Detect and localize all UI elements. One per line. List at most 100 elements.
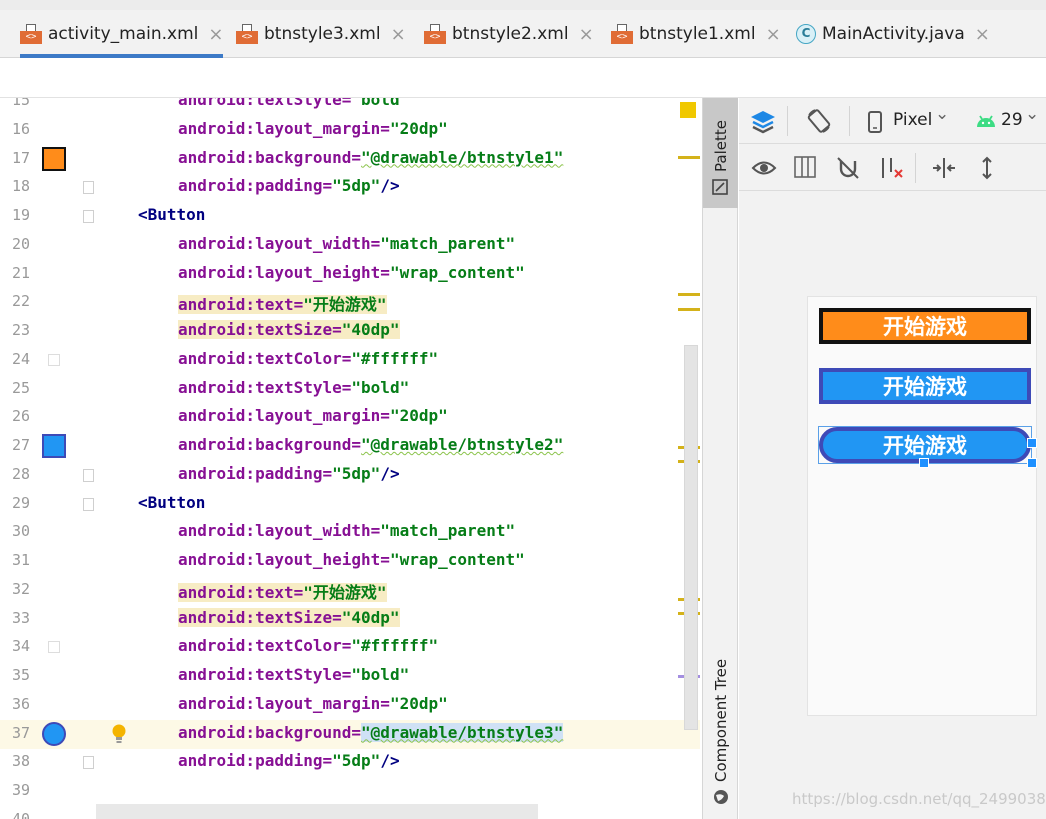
code-text: android:background="@drawable/btnstyle2" (178, 435, 564, 454)
code-line[interactable]: 35 android:textStyle="bold" (0, 662, 700, 691)
code-text: android:textColor="#ffffff" (178, 348, 439, 368)
rotate-orientation-icon[interactable] (805, 107, 833, 135)
layout-preview-canvas[interactable]: 开始游戏 开始游戏 开始游戏 (807, 296, 1037, 716)
pack-horizontal-icon[interactable] (931, 155, 957, 181)
color-swatch-icon[interactable] (42, 434, 66, 458)
code-line[interactable]: 22 android:text="开始游戏" (0, 288, 700, 317)
close-icon[interactable]: × (208, 24, 223, 45)
code-editor[interactable]: 15 android:textStyle="bold" 16 android:layo… (0, 98, 700, 819)
code-line[interactable]: 27 android:background="@drawable/btnstyle… (0, 432, 700, 461)
component-tree-label[interactable]: Component Tree (712, 659, 730, 782)
code-line[interactable]: 33 android:textSize="40dp" (0, 605, 700, 634)
code-line[interactable]: 20 android:layout_width="match_parent" (0, 231, 700, 260)
code-line[interactable]: 24 android:textColor="#ffffff" (0, 346, 700, 375)
code-line[interactable]: 28 android:padding="5dp"/> (0, 461, 700, 490)
fold-marker-icon[interactable] (83, 181, 94, 195)
horizontal-scrollbar[interactable] (96, 804, 538, 819)
close-icon[interactable]: × (975, 24, 990, 45)
layers-icon[interactable] (749, 107, 777, 135)
xml-file-icon: <> (20, 24, 42, 44)
inspection-status-icon[interactable] (680, 102, 696, 118)
code-line[interactable]: 19 <Button (0, 202, 700, 231)
column-layout-icon[interactable] (793, 155, 817, 179)
code-text: android:padding="5dp"/> (178, 463, 400, 483)
clear-constraints-icon[interactable] (879, 155, 905, 181)
line-number: 15 (12, 98, 31, 109)
design-preview-panel: Pixel ⌄ 29 ⌄ 开始游戏 开始游戏 开始游戏 (739, 98, 1046, 819)
code-text: android:layout_margin="20dp" (178, 406, 448, 426)
fold-marker-icon[interactable] (83, 756, 94, 770)
code-line[interactable]: 17 android:background="@drawable/btnstyle… (0, 145, 700, 174)
code-line[interactable]: 38 android:padding="5dp"/> (0, 748, 700, 777)
tab-btnstyle1[interactable]: <> btnstyle1.xml × (611, 14, 781, 54)
marker[interactable] (678, 308, 700, 311)
magnet-off-icon[interactable] (835, 155, 861, 181)
tab-mainactivity[interactable]: C MainActivity.java × (796, 14, 990, 54)
line-number: 29 (12, 493, 31, 512)
code-line[interactable]: 18 android:padding="5dp"/> (0, 173, 700, 202)
design-toolbar-top: Pixel ⌄ 29 ⌄ (739, 98, 1046, 144)
resize-handle[interactable] (1027, 438, 1037, 448)
code-line[interactable]: 39 (0, 777, 700, 806)
code-line[interactable]: 29 <Button (0, 490, 700, 519)
line-number: 33 (12, 608, 31, 627)
chevron-down-icon[interactable]: ⌄ (935, 104, 949, 124)
tab-label: activity_main.xml (48, 24, 199, 44)
fold-marker-icon[interactable] (83, 210, 94, 223)
marker[interactable] (678, 156, 700, 159)
marker[interactable] (678, 293, 700, 296)
close-icon[interactable]: × (766, 24, 781, 45)
tab-label: btnstyle3.xml (264, 24, 381, 44)
tab-btnstyle3[interactable]: <> btnstyle3.xml × (236, 14, 406, 54)
line-number: 22 (12, 292, 31, 311)
code-line[interactable]: 23 android:textSize="40dp" (0, 317, 700, 346)
code-text: android:textColor="#ffffff" (178, 636, 439, 656)
color-swatch-icon[interactable] (42, 721, 66, 746)
line-number: 30 (12, 522, 31, 541)
color-swatch-icon[interactable] (48, 641, 60, 654)
code-text: android:text="开始游戏" (178, 295, 387, 315)
code-line[interactable]: 25 android:textStyle="bold" (0, 375, 700, 404)
code-line[interactable]: 32 android:text="开始游戏" (0, 576, 700, 605)
code-line[interactable]: 31 android:layout_height="wrap_content" (0, 547, 700, 576)
code-text: android:layout_margin="20dp" (178, 693, 448, 713)
tab-label: MainActivity.java (822, 24, 965, 44)
close-icon[interactable]: × (579, 24, 594, 45)
xml-file-icon: <> (424, 24, 446, 44)
line-number: 36 (12, 694, 31, 713)
preview-button-2[interactable]: 开始游戏 (819, 368, 1031, 404)
resize-handle[interactable] (919, 458, 929, 468)
code-text: android:background="@drawable/btnstyle3" (178, 722, 564, 742)
code-text: android:textStyle="bold" (178, 98, 410, 109)
code-line[interactable]: 26 android:layout_margin="20dp" (0, 403, 700, 432)
device-selector[interactable]: Pixel (893, 110, 932, 130)
chevron-down-icon[interactable]: ⌄ (1025, 104, 1039, 124)
fold-marker-icon[interactable] (83, 468, 94, 482)
close-icon[interactable]: × (391, 24, 406, 45)
code-line[interactable]: 34 android:textColor="#ffffff" (0, 633, 700, 662)
editor-tab-bar: <> activity_main.xml × <> btnstyle3.xml … (0, 0, 1046, 58)
expand-vertical-icon[interactable] (975, 155, 999, 181)
api-level-selector[interactable]: 29 (1001, 110, 1023, 130)
tab-activity-main[interactable]: <> activity_main.xml × (20, 14, 224, 58)
fold-marker-icon[interactable] (83, 497, 94, 511)
tab-btnstyle2[interactable]: <> btnstyle2.xml × (424, 14, 594, 54)
vertical-scrollbar[interactable] (684, 345, 698, 730)
color-swatch-icon[interactable] (42, 146, 66, 171)
palette-toggle[interactable]: Palette (703, 98, 738, 208)
resize-handle[interactable] (1027, 458, 1037, 468)
eye-icon[interactable] (751, 157, 777, 179)
code-text: android:layout_margin="20dp" (178, 118, 448, 138)
code-line[interactable]: 37 android:background="@drawable/btnstyle… (0, 719, 700, 749)
color-swatch-icon[interactable] (48, 353, 60, 366)
palette-icon (712, 179, 728, 195)
code-line[interactable]: 15 android:textStyle="bold" (0, 98, 700, 116)
line-number: 18 (12, 177, 31, 196)
code-line[interactable]: 21 android:layout_height="wrap_content" (0, 260, 700, 289)
code-text: android:layout_height="wrap_content" (178, 550, 525, 569)
code-line[interactable]: 30 android:layout_width="match_parent" (0, 518, 700, 547)
code-line[interactable]: 16 android:layout_margin="20dp" (0, 116, 700, 145)
lightbulb-icon[interactable] (110, 723, 128, 745)
preview-button-1[interactable]: 开始游戏 (819, 308, 1031, 344)
code-line[interactable]: 36 android:layout_margin="20dp" (0, 691, 700, 720)
